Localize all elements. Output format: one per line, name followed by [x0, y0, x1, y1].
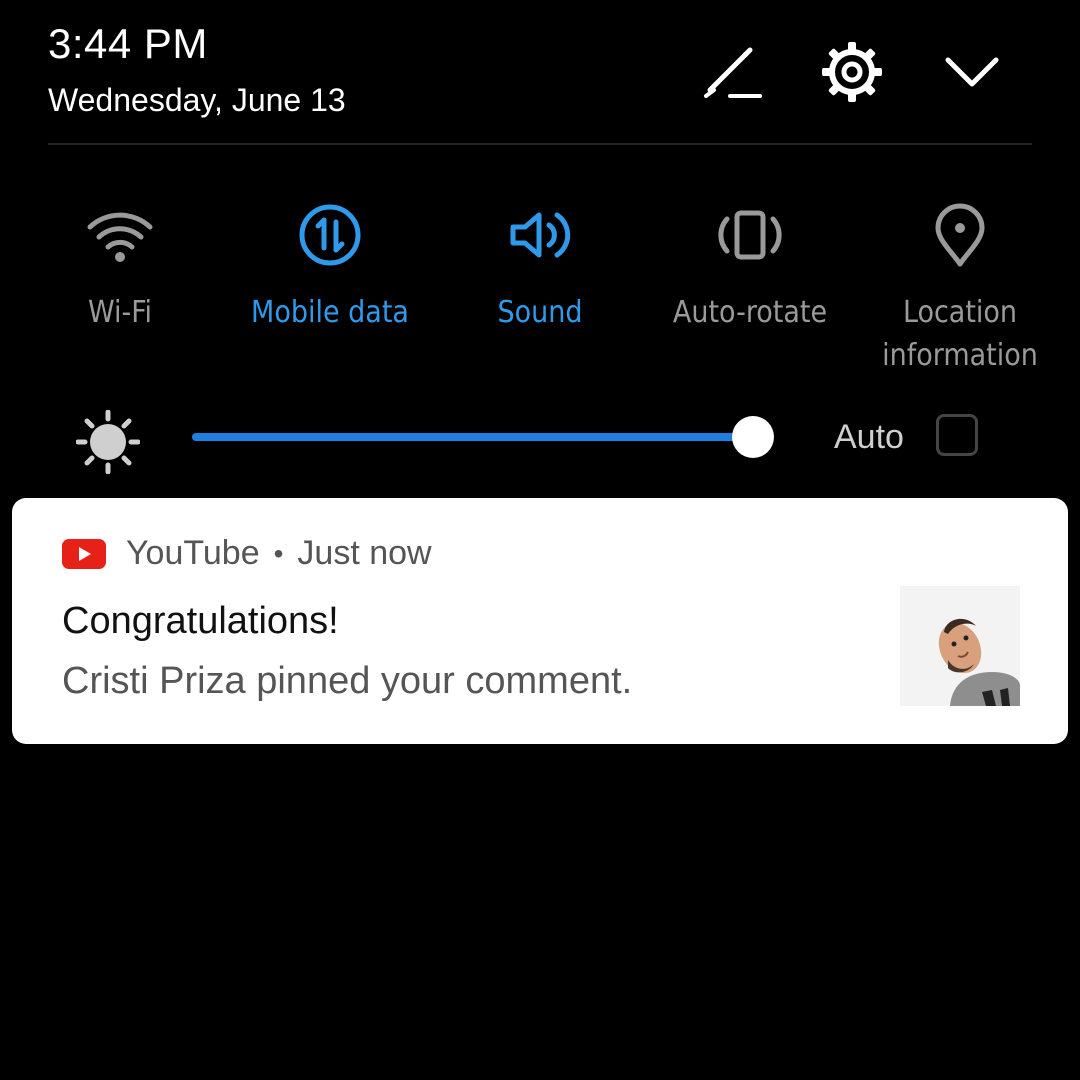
youtube-logo-icon [62, 538, 106, 569]
tile-mobile-data[interactable]: Mobile data [225, 195, 435, 377]
clock-time: 3:44 PM [48, 20, 208, 67]
auto-brightness-checkbox[interactable] [936, 414, 978, 456]
brightness-slider[interactable] [192, 433, 753, 441]
tile-mobile-data-label: Mobile data [251, 295, 409, 330]
brightness-slider-thumb[interactable] [732, 416, 774, 458]
sound-icon [510, 212, 571, 258]
tile-location[interactable]: Location information [855, 195, 1065, 377]
settings-gear-icon [822, 42, 882, 102]
brightness-slider-fill [192, 433, 753, 441]
quick-settings-tiles: Wi-Fi Mobile data Sound Auto-rotate Loca… [15, 195, 1065, 377]
tile-sound-label: Sound [497, 295, 583, 330]
notification-title: Congratulations! [62, 600, 339, 642]
tile-auto-rotate[interactable]: Auto-rotate [645, 195, 855, 377]
tile-location-label: Location information [882, 295, 1038, 373]
header-actions [672, 40, 1032, 104]
settings-button[interactable] [792, 40, 912, 104]
notification-time: Just now [297, 534, 432, 572]
brightness-sun-icon [76, 410, 140, 474]
tile-auto-rotate-label: Auto-rotate [672, 295, 828, 330]
header-divider [48, 143, 1032, 145]
wifi-icon [87, 212, 153, 262]
mobile-data-icon [299, 204, 361, 266]
youtube-notification[interactable]: YouTube • Just now Congratulations! Cris… [12, 498, 1068, 744]
tile-wifi[interactable]: Wi-Fi [15, 195, 225, 377]
brightness-row: Auto [0, 398, 1080, 478]
notification-app-name: YouTube [126, 534, 260, 572]
notification-body: Cristi Priza pinned your comment. [62, 660, 633, 702]
user-avatar-icon [900, 586, 1020, 706]
auto-brightness-label: Auto [834, 418, 904, 456]
date-text: Wednesday, June 13 [48, 82, 346, 118]
notification-header: YouTube • Just now [62, 534, 432, 573]
collapse-button[interactable] [912, 40, 1032, 104]
location-icon [935, 203, 985, 267]
tile-wifi-label: Wi-Fi [87, 295, 153, 330]
chevron-down-icon [945, 57, 999, 87]
notification-thumbnail [900, 586, 1020, 706]
edit-button[interactable] [672, 40, 792, 104]
notification-separator: • [273, 537, 284, 569]
edit-icon [704, 47, 762, 98]
auto-rotate-icon [718, 210, 782, 260]
tile-sound[interactable]: Sound [435, 195, 645, 377]
